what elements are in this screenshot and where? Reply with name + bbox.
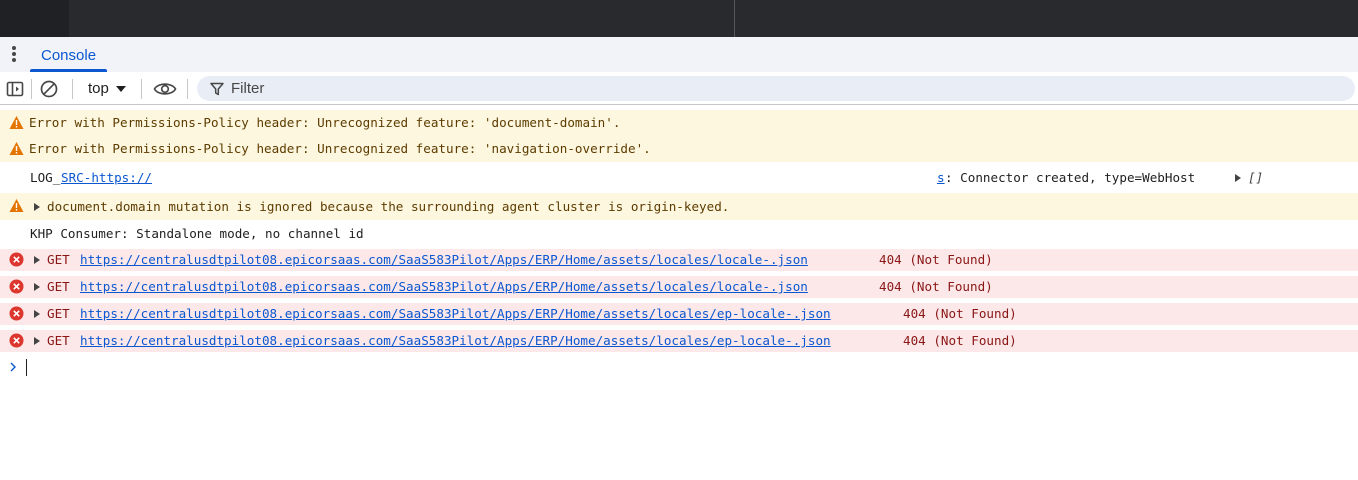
console-message-error[interactable]: GET https://centralusdtpilot08.epicorsaa… <box>0 303 1358 325</box>
toolbar-separator <box>187 79 188 99</box>
devtools-top-strip <box>0 0 1358 37</box>
expand-triangle-icon[interactable] <box>1235 174 1241 182</box>
toolbar-separator <box>72 79 73 99</box>
sidebar-toggle-icon[interactable] <box>5 79 25 99</box>
request-url-link[interactable]: https://centralusdtpilot08.epicorsaas.co… <box>80 276 808 298</box>
warning-triangle-icon <box>9 116 24 129</box>
response-status: 404 (Not Found) <box>879 252 993 267</box>
console-message-error[interactable]: GET https://centralusdtpilot08.epicorsaa… <box>0 249 1358 271</box>
expand-triangle-icon[interactable] <box>34 337 40 345</box>
response-status: 404 (Not Found) <box>903 333 1017 348</box>
console-message-error[interactable]: GET https://centralusdtpilot08.epicorsaa… <box>0 330 1358 352</box>
message-text: Error with Permissions-Policy header: Un… <box>29 141 651 156</box>
request-url-link[interactable]: https://centralusdtpilot08.epicorsaas.co… <box>80 303 831 325</box>
text-cursor <box>26 359 27 376</box>
console-message-warning[interactable]: Error with Permissions-Policy header: Un… <box>0 110 1358 136</box>
left-panel-area <box>0 0 69 37</box>
error-circle-icon <box>9 306 24 321</box>
console-message-warning[interactable]: Error with Permissions-Policy header: Un… <box>0 136 1358 162</box>
panel-divider[interactable] <box>734 0 735 37</box>
request-url-link[interactable]: https://centralusdtpilot08.epicorsaas.co… <box>80 249 808 271</box>
warning-triangle-icon <box>9 199 24 212</box>
filter-icon <box>210 82 224 96</box>
tab-console-label: Console <box>41 47 97 64</box>
response-status: 404 (Not Found) <box>903 306 1017 321</box>
message-text: Error with Permissions-Policy header: Un… <box>29 115 621 130</box>
message-text: document.domain mutation is ignored beca… <box>47 199 730 214</box>
log-prefix: LOG_ <box>30 170 61 185</box>
eye-icon[interactable] <box>153 79 177 99</box>
request-url-link[interactable]: https://centralusdtpilot08.epicorsaas.co… <box>80 330 831 352</box>
console-message-log[interactable]: LOG_ SRC-https:// s : Connector created,… <box>0 162 1358 193</box>
expand-triangle-icon[interactable] <box>34 283 40 291</box>
chevron-right-icon <box>10 362 16 372</box>
console-messages: Error with Permissions-Policy header: Un… <box>0 105 1358 352</box>
filter-box[interactable] <box>197 76 1355 101</box>
request-method: GET <box>47 279 70 294</box>
warning-triangle-icon <box>9 142 24 155</box>
error-circle-icon <box>9 333 24 348</box>
drawer-tab-bar: Console <box>0 37 1358 72</box>
console-message-error[interactable]: GET https://centralusdtpilot08.epicorsaa… <box>0 276 1358 298</box>
toolbar-separator <box>31 79 32 99</box>
request-method: GET <box>47 333 70 348</box>
response-status: 404 (Not Found) <box>879 279 993 294</box>
object-preview[interactable]: [] <box>1248 162 1263 193</box>
message-text: KHP Consumer: Standalone mode, no channe… <box>30 226 364 241</box>
expand-triangle-icon[interactable] <box>34 256 40 264</box>
request-method: GET <box>47 252 70 267</box>
kebab-icon[interactable] <box>8 45 20 63</box>
tab-console[interactable]: Console <box>30 37 108 72</box>
toolbar-separator <box>141 79 142 99</box>
log-source-link-end[interactable]: s <box>937 162 945 193</box>
request-method: GET <box>47 306 70 321</box>
error-circle-icon <box>9 252 24 267</box>
caret-down-icon <box>115 86 126 93</box>
filter-input[interactable] <box>231 76 1331 101</box>
context-selector-label: top <box>88 80 109 97</box>
console-prompt[interactable] <box>0 356 1358 380</box>
expand-triangle-icon[interactable] <box>34 203 40 211</box>
console-message-warning[interactable]: document.domain mutation is ignored beca… <box>0 193 1358 220</box>
error-circle-icon <box>9 279 24 294</box>
context-selector[interactable]: top <box>80 72 134 105</box>
console-message-log[interactable]: KHP Consumer: Standalone mode, no channe… <box>0 220 1358 247</box>
message-text: : Connector created, type=WebHost <box>945 170 1196 185</box>
log-source-link[interactable]: SRC-https:// <box>61 162 152 193</box>
console-toolbar: top <box>0 72 1358 105</box>
expand-triangle-icon[interactable] <box>34 310 40 318</box>
clear-console-icon[interactable] <box>39 79 59 99</box>
